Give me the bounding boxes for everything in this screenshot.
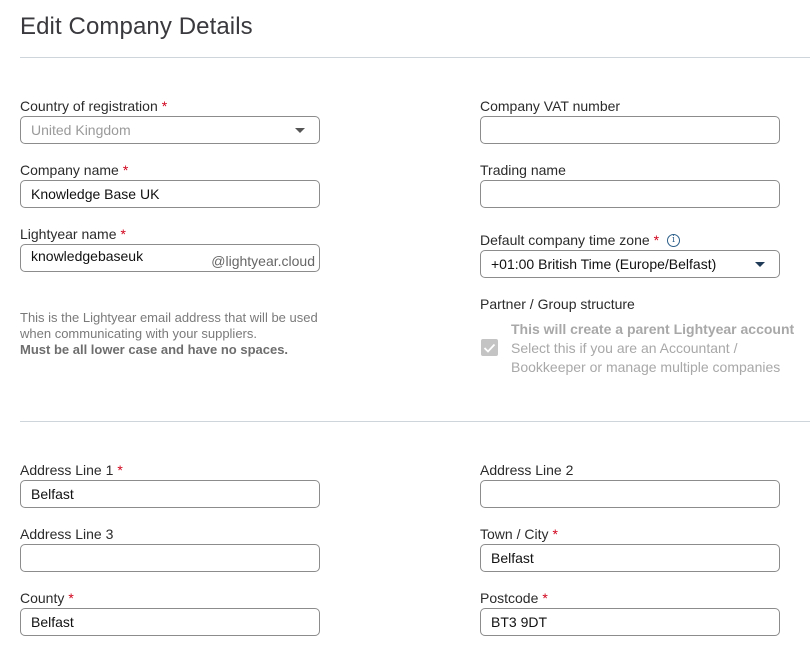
lightyear-name-field: Lightyear name* @lightyear.cloud xyxy=(20,226,320,272)
chevron-down-icon xyxy=(755,262,765,267)
partner-group-checkbox[interactable] xyxy=(481,339,498,356)
help-text-bold: Must be all lower case and have no space… xyxy=(20,342,289,357)
info-icon[interactable]: i xyxy=(667,233,681,247)
city-input-box[interactable] xyxy=(480,544,780,572)
trading-name-field: Trading name xyxy=(480,162,780,208)
address-line2-label-text: Address Line 2 xyxy=(480,462,574,478)
trading-name-input-box[interactable] xyxy=(480,180,780,208)
header-divider xyxy=(20,57,810,58)
city-field: Town / City * xyxy=(480,526,780,572)
country-value: United Kingdom xyxy=(31,122,131,138)
county-label: County * xyxy=(20,590,320,606)
required-marker: * xyxy=(542,590,548,606)
address-line2-input[interactable] xyxy=(491,482,769,506)
required-marker: * xyxy=(122,162,129,178)
vat-input[interactable] xyxy=(491,118,769,142)
lightyear-name-label: Lightyear name * xyxy=(20,226,320,242)
required-marker: * xyxy=(120,226,126,242)
address-line3-input[interactable] xyxy=(31,546,309,570)
partner-group-description: This will create a parent Lightyear acco… xyxy=(511,320,810,377)
city-label-text: Town / City xyxy=(480,526,549,542)
required-marker: * xyxy=(552,526,558,542)
company-name-label: Company name * xyxy=(20,162,320,178)
vat-input-box[interactable] xyxy=(480,116,780,144)
vat-label: Company VAT number xyxy=(480,98,780,114)
required-marker: * xyxy=(68,590,74,606)
country-select[interactable]: United Kingdom xyxy=(20,116,320,144)
address-line3-input-box[interactable] xyxy=(20,544,320,572)
trading-name-label: Trading name xyxy=(480,162,780,178)
address-line1-input-box[interactable] xyxy=(20,480,320,508)
lightyear-name-input-box[interactable]: @lightyear.cloud xyxy=(20,244,320,272)
address-line1-label-text: Address Line 1 xyxy=(20,462,114,478)
required-marker: * xyxy=(653,232,660,248)
partner-group-detail: Select this if you are an Accountant / B… xyxy=(511,340,781,375)
country-field: Country of registration * United Kingdom xyxy=(20,98,320,144)
timezone-label: Default company time zone * i xyxy=(480,232,780,248)
city-label: Town / City * xyxy=(480,526,780,542)
county-input[interactable] xyxy=(31,610,309,634)
section-divider xyxy=(20,421,810,422)
timezone-label-text: Default company time zone xyxy=(480,232,650,248)
company-name-input-box[interactable] xyxy=(20,180,320,208)
country-label-text: Country of registration xyxy=(20,98,158,114)
partner-group-label: Partner / Group structure xyxy=(480,296,635,312)
address-line2-label: Address Line 2 xyxy=(480,462,780,478)
address-line2-input-box[interactable] xyxy=(480,480,780,508)
company-name-input[interactable] xyxy=(31,182,309,206)
vat-label-text: Company VAT number xyxy=(480,98,621,114)
checkmark-icon xyxy=(483,343,496,353)
company-name-label-text: Company name xyxy=(20,162,119,178)
help-text: This is the Lightyear email address that… xyxy=(20,310,318,341)
company-name-field: Company name * xyxy=(20,162,320,208)
chevron-down-icon xyxy=(295,128,305,133)
lightyear-name-input[interactable] xyxy=(31,244,211,268)
address-line1-field: Address Line 1 * xyxy=(20,462,320,508)
postcode-label: Postcode * xyxy=(480,590,780,606)
timezone-value: +01:00 British Time (Europe/Belfast) xyxy=(491,256,717,272)
required-marker: * xyxy=(117,462,123,478)
address-line1-input[interactable] xyxy=(31,482,309,506)
partner-group-title: This will create a parent Lightyear acco… xyxy=(511,321,795,337)
postcode-field: Postcode * xyxy=(480,590,780,636)
address-line3-field: Address Line 3 xyxy=(20,526,320,572)
country-label: Country of registration * xyxy=(20,98,320,114)
trading-name-label-text: Trading name xyxy=(480,162,566,178)
address-line3-label-text: Address Line 3 xyxy=(20,526,114,542)
county-input-box[interactable] xyxy=(20,608,320,636)
timezone-select[interactable]: +01:00 British Time (Europe/Belfast) xyxy=(480,250,780,278)
address-line1-label: Address Line 1 * xyxy=(20,462,320,478)
postcode-input-box[interactable] xyxy=(480,608,780,636)
county-field: County * xyxy=(20,590,320,636)
postcode-input[interactable] xyxy=(491,610,769,634)
lightyear-domain-suffix: @lightyear.cloud xyxy=(211,253,315,269)
trading-name-input[interactable] xyxy=(491,182,769,206)
county-label-text: County xyxy=(20,590,65,606)
lightyear-name-label-text: Lightyear name xyxy=(20,226,117,242)
postcode-label-text: Postcode xyxy=(480,590,539,606)
address-line3-label: Address Line 3 xyxy=(20,526,320,542)
address-line2-field: Address Line 2 xyxy=(480,462,780,508)
city-input[interactable] xyxy=(491,546,769,570)
vat-field: Company VAT number xyxy=(480,98,780,144)
required-marker: * xyxy=(161,98,168,114)
timezone-field: Default company time zone * i +01:00 Brit… xyxy=(480,232,780,278)
lightyear-name-help: This is the Lightyear email address that… xyxy=(20,310,320,358)
page-title: Edit Company Details xyxy=(20,13,253,40)
